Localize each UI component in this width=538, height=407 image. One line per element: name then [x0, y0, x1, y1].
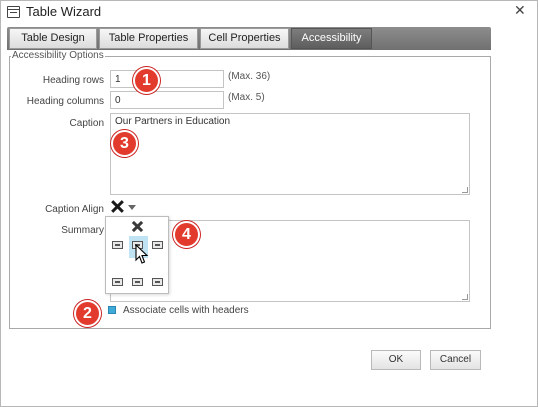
tab-table-properties[interactable]: Table Properties [99, 28, 198, 49]
caption-label: Caption [69, 118, 104, 129]
group-legend: Accessibility Options [11, 50, 105, 61]
heading-columns-max: (Max. 5) [228, 92, 265, 103]
heading-columns-input[interactable] [110, 91, 224, 109]
resize-grip-icon[interactable] [462, 187, 468, 193]
close-icon[interactable]: ✕ [514, 2, 526, 19]
caption-align-dropdown-icon[interactable] [128, 205, 136, 210]
caption-text: Our Partners in Education [115, 116, 231, 127]
ok-button[interactable]: OK [371, 350, 421, 370]
align-bottom-left-icon[interactable] [112, 278, 123, 286]
align-top-center-icon[interactable] [132, 241, 143, 249]
resize-grip-icon[interactable] [462, 294, 468, 300]
table-wizard-dialog: Table Wizard ✕ Table Design Table Proper… [0, 0, 538, 407]
annotation-badge-2: 2 [74, 300, 101, 327]
heading-rows-input[interactable] [110, 70, 224, 88]
annotation-badge-3: 3 [111, 130, 138, 157]
align-none-x-icon[interactable] [132, 221, 143, 232]
tab-accessibility[interactable]: Accessibility [291, 28, 372, 49]
annotation-badge-4: 4 [173, 221, 200, 248]
align-top-right-icon[interactable] [152, 241, 163, 249]
title-bar: Table Wizard ✕ [1, 1, 537, 23]
associate-cells-label: Associate cells with headers [123, 305, 249, 316]
annotation-badge-1: 1 [133, 67, 160, 94]
heading-rows-label: Heading rows [42, 75, 104, 86]
dialog-title: Table Wizard [26, 4, 102, 19]
caption-align-popup [105, 216, 169, 294]
summary-label: Summary [61, 225, 104, 236]
cancel-button[interactable]: Cancel [430, 350, 481, 370]
align-bottom-right-icon[interactable] [152, 278, 163, 286]
caption-align-x-icon[interactable] [111, 200, 124, 213]
align-top-left-icon[interactable] [112, 241, 123, 249]
associate-cells-checkbox[interactable] [108, 306, 116, 314]
table-icon [7, 6, 20, 18]
caption-align-label: Caption Align [45, 204, 104, 215]
caption-textarea[interactable]: Our Partners in Education [110, 113, 470, 195]
heading-columns-label: Heading columns [26, 96, 104, 107]
tab-table-design[interactable]: Table Design [9, 28, 97, 49]
tab-cell-properties[interactable]: Cell Properties [200, 28, 289, 49]
heading-rows-max: (Max. 36) [228, 71, 271, 82]
align-bottom-center-icon[interactable] [132, 278, 143, 286]
tab-bar: Table Design Table Properties Cell Prope… [7, 27, 491, 50]
